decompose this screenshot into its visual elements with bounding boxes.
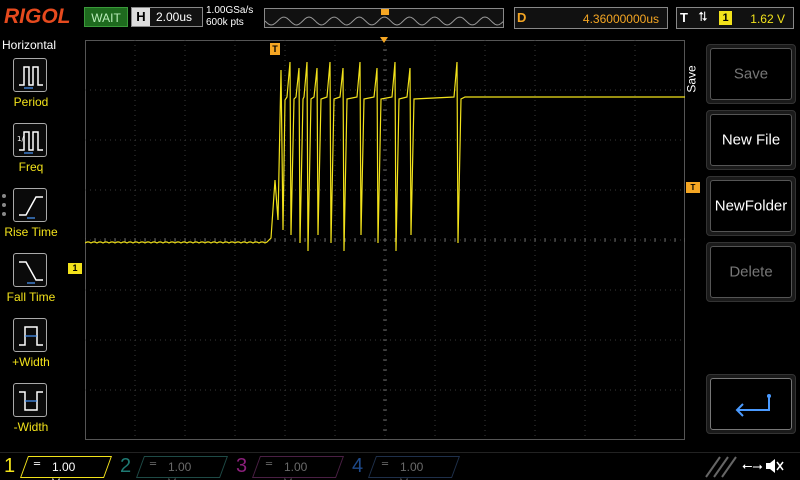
usb-icon: ⭠⭢ xyxy=(742,459,763,474)
memory-depth: 600k pts xyxy=(206,17,244,28)
new-file-button-label: New File xyxy=(721,131,781,149)
period-icon[interactable] xyxy=(13,58,47,92)
menu-title-text: Save xyxy=(684,65,699,93)
brand-logo: RIGOL xyxy=(4,5,71,28)
measure-label: Rise Time xyxy=(4,225,58,239)
negative-width-icon[interactable] xyxy=(13,383,47,417)
delete-button-label: Delete xyxy=(729,263,773,281)
trigger-source-badge: 1 xyxy=(719,11,732,25)
delay-box[interactable]: D 4.36000000us xyxy=(514,7,668,29)
overview-trigger-marker xyxy=(381,9,389,15)
measure-negative-width[interactable]: -Width xyxy=(0,383,62,445)
waveform-overview-bar[interactable] xyxy=(264,8,504,28)
frequency-icon[interactable]: 1/ xyxy=(13,123,47,157)
channel-scale: 1.00 V xyxy=(52,460,76,480)
new-folder-button[interactable]: NewFolder xyxy=(706,176,796,236)
channel-status-bar: 1 ═ 1.00 V 2 ═ 1.00 V 3 ═ 1.00 V 4 ═ 1.0… xyxy=(0,452,800,480)
measure-frequency[interactable]: 1/ Freq xyxy=(0,123,62,185)
new-folder-button-label: NewFolder xyxy=(714,197,788,215)
channel-number: 1 xyxy=(4,455,16,477)
waveform-display[interactable] xyxy=(85,40,685,440)
sample-rate: 1.00GSa/s xyxy=(206,5,254,16)
delete-button[interactable]: Delete xyxy=(706,242,796,302)
measure-label: Period xyxy=(13,95,49,109)
horizontal-key-label: H xyxy=(132,8,150,26)
overview-waveform-icon xyxy=(265,9,503,26)
positive-width-icon[interactable] xyxy=(13,318,47,352)
measurement-panel: Horizontal Period 1/ Freq Rise Time Fall… xyxy=(0,36,62,452)
measure-label: +Width xyxy=(12,355,50,369)
measure-label: Fall Time xyxy=(6,290,56,304)
measure-positive-width[interactable]: +Width xyxy=(0,318,62,380)
timebase-value: 2.00us xyxy=(156,10,193,24)
return-button[interactable] xyxy=(706,374,796,434)
save-button[interactable]: Save xyxy=(706,44,796,104)
channel-scale: 1.00 V xyxy=(168,460,192,480)
save-button-label: Save xyxy=(733,65,769,83)
trigger-edge-icon: ⮁ xyxy=(697,10,708,25)
measure-rise-time[interactable]: Rise Time xyxy=(0,188,62,250)
rise-time-icon[interactable] xyxy=(13,188,47,222)
trigger-key-label: T xyxy=(680,10,688,25)
measurement-panel-title: Horizontal xyxy=(2,38,57,52)
trigger-position-marker[interactable]: T xyxy=(270,43,280,55)
delay-key-label: D xyxy=(517,10,527,25)
dc-coupling-icon: ═ xyxy=(382,459,389,470)
menu-hide-stripes-icon[interactable] xyxy=(700,455,738,479)
measure-period[interactable]: Period xyxy=(0,58,62,120)
dc-coupling-icon: ═ xyxy=(150,459,157,470)
trigger-box[interactable]: T ⮁ 1 1.62 V xyxy=(676,7,794,29)
delay-value: 4.36000000us xyxy=(582,12,659,26)
dc-coupling-icon: ═ xyxy=(34,459,41,470)
channel-number: 4 xyxy=(352,455,364,477)
channel-number: 3 xyxy=(236,455,248,477)
channel-number: 2 xyxy=(120,455,132,477)
measure-label: Freq xyxy=(18,160,44,174)
channel-scale: 1.00 V xyxy=(284,460,308,480)
measure-label: -Width xyxy=(13,420,49,434)
top-status-bar: RIGOL WAIT H 2.00us 1.00GSa/s 600k pts D… xyxy=(0,0,800,36)
new-file-button[interactable]: New File xyxy=(706,110,796,170)
horizontal-center-marker xyxy=(380,37,388,43)
menu-title: Save xyxy=(685,60,704,100)
channel-1-offset-marker[interactable]: 1 xyxy=(68,263,82,274)
measure-fall-time[interactable]: Fall Time xyxy=(0,253,62,315)
trigger-level-value: 1.62 V xyxy=(750,12,785,26)
graticule xyxy=(85,40,685,440)
channel-scale: 1.00 V xyxy=(400,460,424,480)
run-status-badge[interactable]: WAIT xyxy=(84,7,128,27)
svg-text:1/: 1/ xyxy=(17,135,24,143)
speaker-muted-icon[interactable] xyxy=(764,457,784,475)
horizontal-timebase-box[interactable]: H 2.00us xyxy=(131,7,203,27)
trigger-level-marker[interactable]: T xyxy=(686,182,700,193)
dc-coupling-icon: ═ xyxy=(266,459,273,470)
return-arrow-icon xyxy=(735,394,771,417)
fall-time-icon[interactable] xyxy=(13,253,47,287)
